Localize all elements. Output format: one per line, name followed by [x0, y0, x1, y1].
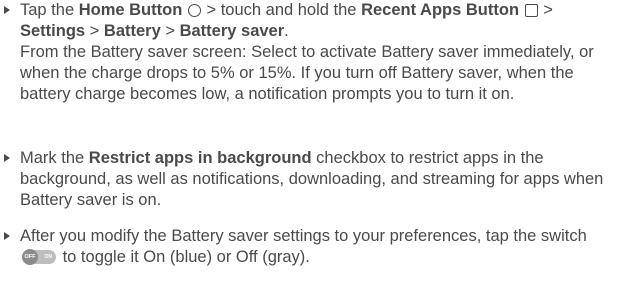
bullet-item-restrict-apps: Mark the Restrict apps in background che… [0, 148, 622, 211]
settings-label: Settings [20, 22, 86, 40]
triangle-bullet-icon [4, 232, 10, 240]
text-run: > [538, 1, 553, 19]
battery-label: Battery [103, 22, 161, 40]
bullet-text: Tap the Home Button > touch and hold the… [20, 0, 622, 105]
home-button-label: Home Button [78, 1, 183, 19]
text-run: After you modify the Battery saver setti… [20, 227, 587, 245]
battery-saver-description: From the Battery saver screen: Select to… [20, 43, 594, 103]
home-button-circle-icon [187, 4, 201, 17]
switch-on-text: ON [44, 254, 53, 260]
bullet-text: Mark the Restrict apps in background che… [20, 148, 620, 211]
path-line-2: Settings > Battery > Battery saver. [20, 21, 622, 42]
triangle-bullet-icon [4, 6, 10, 14]
text-run: . [284, 22, 289, 40]
text-run: > touch and hold the [201, 1, 362, 19]
bullet-text: After you modify the Battery saver setti… [20, 226, 624, 268]
path-separator: > [160, 22, 180, 40]
recent-apps-square-icon [524, 4, 538, 17]
switch-knob-off-text: OFF [22, 249, 38, 265]
text-run: to toggle it On (blue) or Off (gray). [58, 248, 310, 266]
bullet-item-battery-saver-path: Tap the Home Button > touch and hold the… [0, 0, 622, 105]
restrict-apps-checkbox-label: Restrict apps in background [88, 149, 312, 167]
document-page: Tap the Home Button > touch and hold the… [0, 0, 628, 288]
recent-apps-button-label: Recent Apps Button [361, 1, 520, 19]
toggle-switch-icon: OFF ON [22, 249, 56, 265]
path-line-1: Tap the Home Button > touch and hold the… [20, 0, 622, 21]
text-run: Mark the [20, 149, 89, 167]
battery-saver-label: Battery saver [179, 22, 285, 40]
triangle-bullet-icon [4, 154, 10, 162]
bullet-item-toggle-switch: After you modify the Battery saver setti… [0, 226, 622, 268]
text-run: Tap the [20, 1, 79, 19]
path-separator: > [85, 22, 104, 40]
